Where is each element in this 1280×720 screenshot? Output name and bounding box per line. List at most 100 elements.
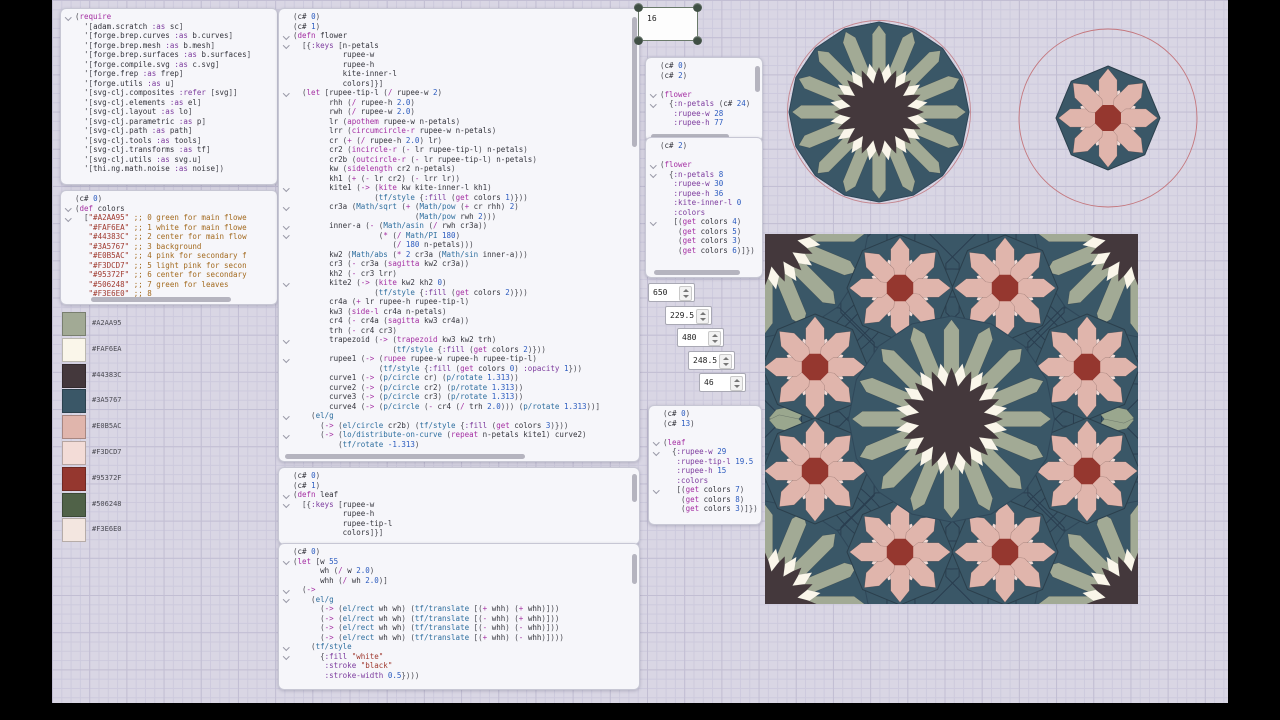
fold-chevron-icon[interactable]	[283, 279, 290, 286]
fold-chevron-icon[interactable]	[283, 184, 290, 191]
horizontal-scrollbar[interactable]	[654, 270, 740, 275]
code-cell-flower_call_main[interactable]: (c# 0) (c# 2) (flower {:n-petals (c# 24) :…	[645, 57, 763, 142]
stepper-up-icon[interactable]	[711, 334, 718, 337]
code-line: {:n-petals (c# 24)	[648, 99, 760, 109]
fold-chevron-icon[interactable]	[650, 91, 657, 98]
fold-chevron-icon[interactable]	[65, 205, 72, 212]
fold-chevron-icon[interactable]	[283, 203, 290, 210]
selection-handle[interactable]	[693, 3, 702, 12]
number-input[interactable]: 248.5	[688, 351, 735, 370]
code-line: :rupee-w 28	[673, 108, 724, 118]
code-cell-colors[interactable]: (c# 0) (def colors ["#A2AA95" ;; 0 green …	[60, 190, 278, 305]
code-line: cr (+ (/ rupee-h 2.0) lr)	[329, 135, 443, 145]
code-cell-quad_rect[interactable]: (c# 0) (let [w 55 wh (/ w 2.0) whh (/ wh …	[278, 543, 640, 690]
vertical-scrollbar[interactable]	[632, 474, 637, 502]
number-input[interactable]: 46	[699, 373, 746, 392]
fold-chevron-icon[interactable]	[283, 653, 290, 660]
color-swatch-label: #95372F	[92, 473, 122, 482]
fold-chevron-icon[interactable]	[283, 232, 290, 239]
fold-chevron-icon[interactable]	[65, 214, 72, 221]
fold-chevron-icon[interactable]	[650, 171, 657, 178]
fold-chevron-icon[interactable]	[653, 448, 660, 455]
code-cell-require[interactable]: (require '[adam.scratch :as sc] '[forge.…	[60, 8, 278, 185]
fold-chevron-icon[interactable]	[283, 558, 290, 565]
code-line: rupee-h	[342, 59, 375, 69]
code-line: '[adam.scratch :as sc]	[84, 21, 184, 31]
horizontal-scrollbar[interactable]	[285, 454, 525, 459]
fold-chevron-icon[interactable]	[283, 596, 290, 603]
stepper-down-icon[interactable]	[711, 340, 718, 343]
color-swatch	[62, 441, 86, 465]
code-cell-leaf_defn[interactable]: (c# 0) (c# 1) (defn leaf [{:keys [rupee-w …	[278, 467, 640, 545]
vertical-scrollbar[interactable]	[632, 554, 637, 584]
horizontal-scrollbar[interactable]	[91, 297, 231, 302]
stepper-down-icon[interactable]	[733, 385, 740, 388]
fold-chevron-icon[interactable]	[283, 222, 290, 229]
code-cell-flower_call_small[interactable]: (c# 2) (flower {:n-petals 8 :rupee-w 30 :…	[645, 137, 763, 278]
stepper-down-icon[interactable]	[722, 363, 729, 366]
code-line: '[forge.utils :as u]	[84, 78, 175, 88]
selection-handle[interactable]	[634, 3, 643, 12]
number-stepper[interactable]	[708, 331, 721, 346]
code-line: (get colors 6)]})	[660, 245, 755, 255]
code-line: kw2 (Math/abs (* 2 cr3a (Math/sin inner-…	[329, 249, 528, 259]
fold-chevron-icon[interactable]	[283, 89, 290, 96]
selection-handle[interactable]	[693, 36, 702, 45]
fold-chevron-icon[interactable]	[283, 586, 290, 593]
fold-chevron-icon[interactable]	[283, 42, 290, 49]
fold-chevron-icon[interactable]	[283, 412, 290, 419]
number-stepper[interactable]	[730, 376, 743, 391]
fold-chevron-icon[interactable]	[283, 491, 290, 498]
fold-chevron-icon[interactable]	[283, 355, 290, 362]
stepper-down-icon[interactable]	[699, 318, 706, 321]
color-swatch-label: #E0B5AC	[92, 422, 122, 431]
code-line: (c# 13)	[663, 418, 695, 428]
color-swatch-label: #A2AA95	[92, 319, 122, 327]
code-cell-leaf_call[interactable]: (c# 0) (c# 13) (leaf {:rupee-w 29 :rupee-t…	[648, 405, 762, 525]
stepper-up-icon[interactable]	[682, 289, 689, 292]
code-line: :rupee-tip-l 19.5	[676, 456, 754, 466]
vertical-scrollbar[interactable]	[755, 66, 760, 92]
color-swatch-label: #F3E6E0	[92, 525, 122, 534]
fold-chevron-icon[interactable]	[653, 486, 660, 493]
fold-chevron-icon[interactable]	[283, 643, 290, 650]
code-line: (c# 1)	[293, 21, 321, 31]
fold-chevron-icon[interactable]	[283, 501, 290, 508]
number-input[interactable]: 480	[677, 328, 724, 347]
stepper-up-icon[interactable]	[699, 312, 706, 315]
fold-chevron-icon[interactable]	[650, 100, 657, 107]
code-line: '[forge.brep.mesh :as b.mesh]	[84, 40, 215, 50]
fold-chevron-icon[interactable]	[283, 32, 290, 39]
fold-chevron-icon[interactable]	[650, 161, 657, 168]
code-line: (defn flower	[281, 31, 637, 41]
code-line: (-> (el/rect wh wh) (tf/translate [(- wh…	[293, 623, 560, 632]
stepper-up-icon[interactable]	[722, 357, 729, 360]
code-line: rupee-w	[342, 50, 375, 59]
code-line: (el/g	[281, 595, 637, 605]
fold-chevron-icon[interactable]	[653, 439, 660, 446]
color-swatch	[62, 337, 86, 362]
number-input[interactable]: 650	[648, 283, 695, 302]
code-line: :rupee-h 15	[676, 466, 727, 475]
code-cell-flower_defn[interactable]: (c# 0) (c# 1) (defn flower [{:keys [n-peta…	[278, 8, 640, 462]
fold-chevron-icon[interactable]	[283, 431, 290, 438]
number-input[interactable]: 229.5	[665, 306, 712, 325]
fold-chevron-icon[interactable]	[65, 13, 72, 20]
code-line: kw3 (side-l cr4a n-petals)	[329, 306, 447, 316]
code-line: "#F3DCD7" ;; 5 light pink for secon	[88, 260, 247, 270]
number-stepper[interactable]	[696, 309, 709, 324]
code-line: (get colors 5)	[660, 226, 742, 236]
stepper-up-icon[interactable]	[733, 379, 740, 382]
number-widget-box[interactable]: 16	[638, 7, 698, 41]
stepper-down-icon[interactable]	[682, 295, 689, 298]
fold-chevron-icon[interactable]	[650, 218, 657, 225]
letterbox-left	[0, 0, 52, 720]
selection-handle[interactable]	[634, 36, 643, 45]
number-stepper[interactable]	[679, 286, 692, 301]
fold-chevron-icon[interactable]	[283, 336, 290, 343]
selected-number-widget[interactable]: 16	[634, 3, 702, 45]
number-stepper[interactable]	[719, 354, 732, 369]
code-line: '[svg-clj.utils :as svg.u]	[84, 154, 202, 164]
code-line: [{:keys [rupee-w	[281, 500, 637, 510]
code-line: [(get colors 4)	[648, 217, 760, 227]
